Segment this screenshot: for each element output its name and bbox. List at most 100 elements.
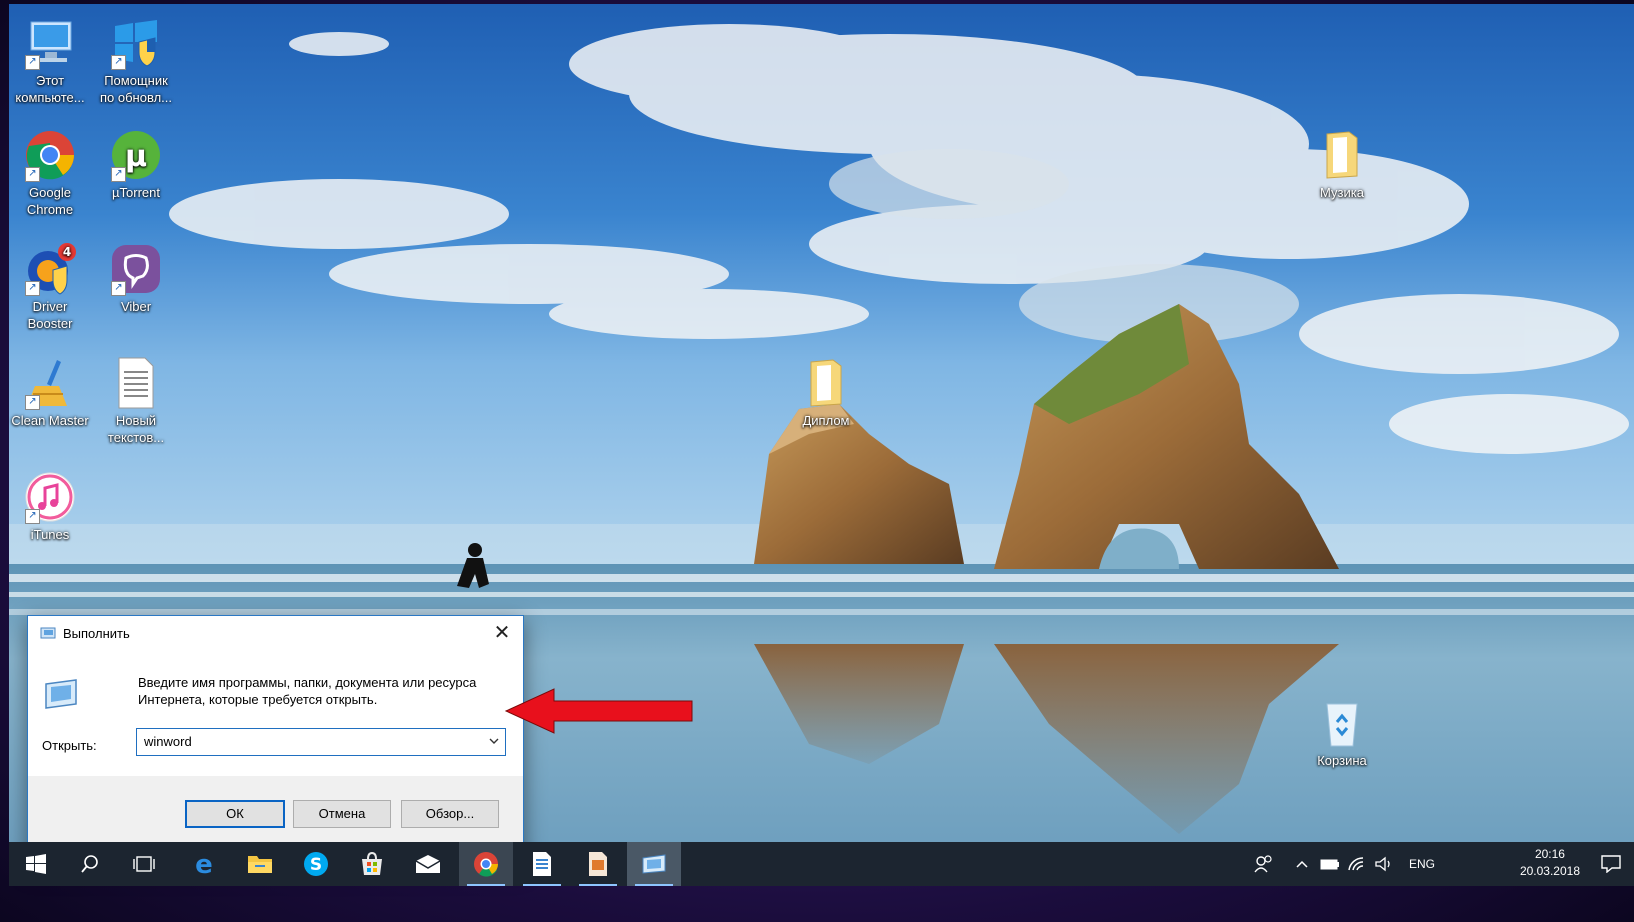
driver-booster-icon: 4 ↗	[23, 242, 77, 296]
text-document-icon	[109, 356, 163, 410]
tray-wifi[interactable]	[1346, 842, 1368, 886]
description-line: Интернета, которые требуется открыть.	[138, 692, 378, 707]
desktop-icon-itunes[interactable]: ↗ iTunes	[9, 470, 95, 543]
taskbar-run[interactable]	[627, 842, 681, 886]
icon-label: Диплом	[802, 413, 850, 428]
taskbar-clock[interactable]: 20:16 20.03.2018	[1520, 846, 1580, 880]
shortcut-arrow-icon: ↗	[25, 167, 40, 182]
folder-icon	[1315, 128, 1369, 182]
taskbar-edge[interactable]: e	[177, 842, 231, 886]
speaker-icon	[1375, 856, 1390, 872]
icon-label: по обновл...	[100, 90, 172, 105]
task-view-button[interactable]	[117, 842, 171, 886]
shortcut-arrow-icon: ↗	[111, 167, 126, 182]
run-dialog: Выполнить ✕ Введите имя программы, папки…	[27, 615, 524, 866]
svg-text:S: S	[310, 855, 322, 875]
run-icon	[642, 854, 666, 874]
desktop-icon-viber[interactable]: ↗ Viber	[91, 242, 181, 315]
taskbar-mail[interactable]	[401, 842, 455, 886]
desktop-icon-clean-master[interactable]: ↗ Clean Master	[9, 356, 95, 429]
clock-time: 20:16	[1534, 847, 1565, 861]
icon-label: Новый	[115, 413, 157, 428]
run-icon	[42, 678, 80, 710]
run-dialog-title: Выполнить	[63, 626, 130, 641]
run-icon	[40, 627, 56, 639]
taskbar-file-explorer[interactable]	[233, 842, 287, 886]
desktop-icon-update-assistant[interactable]: ↗ Помощник по обновл...	[91, 16, 181, 106]
icon-label: Корзина	[1317, 753, 1367, 768]
open-input[interactable]: winword	[144, 734, 192, 749]
tray-volume[interactable]	[1372, 842, 1396, 886]
start-button[interactable]	[9, 842, 63, 886]
shortcut-arrow-icon: ↗	[25, 509, 40, 524]
taskbar: e S ENG 20:16 20.03.2018	[9, 842, 1634, 886]
search-button[interactable]	[63, 842, 117, 886]
close-icon: ✕	[493, 622, 511, 644]
icon-label: компьюте...	[15, 90, 85, 105]
desktop-icon-recycle-bin[interactable]: Корзина	[1297, 696, 1387, 769]
chevron-up-icon	[1296, 860, 1308, 868]
desktop-icon-utorrent[interactable]: µ ↗ µTorrent	[91, 128, 181, 201]
desktop-icon-driver-booster[interactable]: 4 ↗ Driver Booster	[9, 242, 95, 332]
icon-label: iTunes	[30, 527, 70, 542]
icon-label: Google	[29, 185, 71, 200]
open-combobox[interactable]: winword	[136, 728, 506, 756]
browse-button[interactable]: Обзор...	[401, 800, 499, 828]
badge-count: 4	[63, 245, 71, 259]
windows-logo-icon	[26, 854, 46, 874]
utorrent-icon: µ ↗	[109, 128, 163, 182]
taskbar-document[interactable]	[515, 842, 569, 886]
tray-battery[interactable]	[1319, 842, 1341, 886]
run-dialog-description: Введите имя программы, папки, документа …	[138, 674, 508, 708]
tray-people[interactable]	[1249, 842, 1279, 886]
chrome-icon: ↗	[23, 128, 77, 182]
icon-label: Chrome	[26, 202, 74, 217]
desktop-icon-this-pc[interactable]: ↗ Этот компьюте...	[9, 16, 95, 106]
clock-date: 20.03.2018	[1519, 864, 1580, 878]
mail-icon	[415, 855, 441, 873]
viber-icon: ↗	[109, 242, 163, 296]
tray-show-hidden[interactable]	[1292, 842, 1312, 886]
svg-text:e: e	[195, 851, 213, 877]
edge-icon: e	[195, 851, 213, 877]
taskbar-skype[interactable]: S	[289, 842, 343, 886]
shortcut-arrow-icon: ↗	[25, 395, 40, 410]
icon-label: Driver	[32, 299, 68, 314]
store-icon	[362, 851, 382, 875]
run-dialog-titlebar[interactable]: Выполнить ✕	[28, 616, 523, 650]
chevron-down-icon[interactable]	[487, 732, 501, 750]
tray-notifications[interactable]	[1594, 842, 1628, 886]
desktop-icon-google-chrome[interactable]: ↗ Google Chrome	[9, 128, 95, 218]
desktop-icon-new-text-doc[interactable]: Новый текстов...	[91, 356, 181, 446]
annotation-arrow-icon	[504, 687, 704, 740]
taskbar-chrome[interactable]	[459, 842, 513, 886]
shortcut-arrow-icon: ↗	[111, 55, 126, 70]
cancel-button[interactable]: Отмена	[293, 800, 391, 828]
computer-icon: ↗	[23, 16, 77, 70]
taskbar-presentation[interactable]	[571, 842, 625, 886]
skype-icon: S	[304, 852, 328, 876]
close-button[interactable]: ✕	[487, 620, 517, 646]
search-icon	[81, 855, 98, 873]
desktop-icon-diplom[interactable]: Диплом	[781, 356, 871, 429]
shortcut-arrow-icon: ↗	[111, 281, 126, 296]
recycle-bin-icon	[1315, 696, 1369, 750]
folder-icon	[799, 356, 853, 410]
svg-text:µ: µ	[125, 139, 147, 174]
wifi-icon	[1348, 857, 1364, 871]
taskbar-store[interactable]	[345, 842, 399, 886]
ok-button[interactable]: ОК	[185, 800, 285, 828]
tray-language[interactable]: ENG	[1405, 842, 1439, 886]
itunes-icon: ↗	[23, 470, 77, 524]
battery-icon	[1320, 859, 1339, 870]
icon-label: Booster	[27, 316, 73, 331]
description-line: Введите имя программы, папки, документа …	[138, 675, 477, 690]
people-icon	[1254, 855, 1272, 873]
broom-icon: ↗	[23, 356, 77, 410]
folder-icon	[248, 856, 272, 873]
icon-label: µTorrent	[112, 185, 160, 200]
desktop-icon-muzika[interactable]: Музика	[1297, 128, 1387, 201]
icon-label: Clean Master	[11, 413, 89, 428]
shortcut-arrow-icon: ↗	[25, 55, 40, 70]
chrome-icon	[474, 852, 498, 877]
